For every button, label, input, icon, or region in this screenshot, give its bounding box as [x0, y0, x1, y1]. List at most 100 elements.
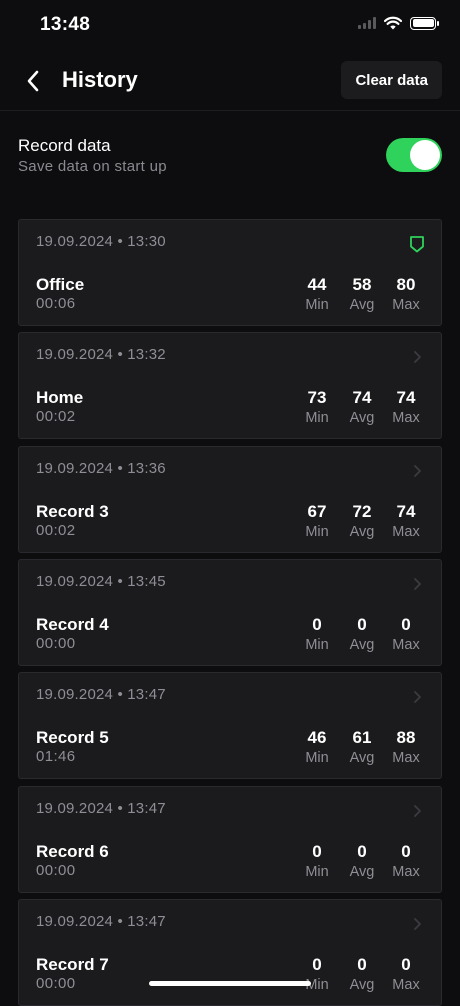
record-card[interactable]: 19.09.2024 • 13:45 Record 4 00:00 0 Min …: [18, 559, 442, 666]
record-duration: 00:00: [36, 635, 76, 652]
back-button[interactable]: [18, 64, 48, 98]
stat-min-label: Min: [305, 297, 329, 313]
stat-max: 80 Max: [384, 275, 428, 315]
stat-avg: 0 Avg: [340, 615, 384, 655]
stat-max: 74 Max: [384, 502, 428, 542]
chevron-right-icon: [409, 802, 425, 820]
stat-min-value: 73: [307, 388, 327, 407]
record-name: Record 5: [36, 728, 109, 747]
record-duration: 00:06: [36, 295, 76, 312]
record-card[interactable]: 19.09.2024 • 13:47 Record 6 00:00 0 Min …: [18, 786, 442, 893]
record-date: 19.09.2024 • 13:36: [36, 460, 166, 477]
clear-data-button[interactable]: Clear data: [341, 61, 442, 99]
record-name: Home: [36, 388, 84, 407]
toggle-knob: [410, 140, 440, 170]
record-duration: 00:00: [36, 975, 76, 992]
record-card[interactable]: 19.09.2024 • 13:30 Office 00:06 44 Min 5…: [18, 219, 442, 326]
stat-avg: 0 Avg: [340, 842, 384, 882]
record-duration: 00:00: [36, 862, 76, 879]
record-duration: 00:02: [36, 522, 76, 539]
record-name: Record 3: [36, 502, 109, 521]
stat-max-label: Max: [392, 297, 420, 313]
stat-avg-value: 72: [352, 502, 372, 521]
stat-max-label: Max: [392, 977, 420, 993]
chevron-right-icon: [409, 915, 425, 933]
record-card[interactable]: 19.09.2024 • 13:47 Record 5 01:46 46 Min…: [18, 672, 442, 779]
record-name: Office: [36, 275, 85, 294]
record-card[interactable]: 19.09.2024 • 13:32 Home 00:02 73 Min 74 …: [18, 332, 442, 439]
stat-min-value: 46: [307, 728, 327, 747]
stat-max: 74 Max: [384, 388, 428, 428]
wifi-icon: [384, 16, 402, 30]
chevron-left-icon: [27, 70, 39, 92]
page-title: History: [62, 67, 138, 92]
stat-avg: 0 Avg: [340, 955, 384, 995]
stat-min-value: 0: [312, 842, 322, 861]
stat-min-label: Min: [305, 524, 329, 540]
setting-title: Record data: [18, 136, 111, 155]
stat-min: 67 Min: [295, 502, 339, 542]
stat-min: 44 Min: [295, 275, 339, 315]
stat-avg: 61 Avg: [340, 728, 384, 768]
stat-min: 73 Min: [295, 388, 339, 428]
stat-min-value: 0: [312, 615, 322, 634]
shield-icon: [409, 235, 425, 253]
record-name: Record 7: [36, 955, 109, 974]
stat-min: 0 Min: [295, 955, 339, 995]
record-card[interactable]: 19.09.2024 • 13:36 Record 3 00:02 67 Min…: [18, 446, 442, 553]
stat-max-value: 0: [401, 615, 411, 634]
stat-min: 0 Min: [295, 615, 339, 655]
record-duration: 01:46: [36, 748, 76, 765]
stat-min: 0 Min: [295, 842, 339, 882]
status-time: 13:48: [40, 14, 91, 35]
stat-max-value: 80: [396, 275, 416, 294]
record-date: 19.09.2024 • 13:47: [36, 913, 166, 930]
home-indicator: [149, 981, 311, 986]
record-date: 19.09.2024 • 13:47: [36, 686, 166, 703]
record-duration: 00:02: [36, 408, 76, 425]
chevron-right-icon: [409, 462, 425, 480]
stat-max-value: 88: [396, 728, 416, 747]
record-name: Record 4: [36, 615, 109, 634]
stat-avg-label: Avg: [349, 637, 375, 653]
stat-avg-label: Avg: [349, 750, 375, 766]
chevron-right-icon: [409, 688, 425, 706]
record-name: Record 6: [36, 842, 109, 861]
stat-min-value: 0: [312, 955, 322, 974]
stat-avg: 74 Avg: [340, 388, 384, 428]
stat-max-value: 0: [401, 842, 411, 861]
stat-avg-label: Avg: [349, 524, 375, 540]
record-date: 19.09.2024 • 13:45: [36, 573, 166, 590]
chevron-right-icon: [409, 575, 425, 593]
stat-min-label: Min: [305, 410, 329, 426]
stat-avg: 58 Avg: [340, 275, 384, 315]
nav-bar: History Clear data: [0, 52, 460, 111]
stat-avg-value: 74: [352, 388, 372, 407]
stat-max-label: Max: [392, 637, 420, 653]
setting-subtitle: Save data on start up: [18, 158, 167, 175]
stat-avg-value: 0: [357, 955, 367, 974]
stat-avg-value: 58: [352, 275, 372, 294]
stat-avg-label: Avg: [349, 864, 375, 880]
record-card[interactable]: 19.09.2024 • 13:47 Record 7 00:00 0 Min …: [18, 899, 442, 1006]
stat-max-label: Max: [392, 864, 420, 880]
stat-max: 0 Max: [384, 955, 428, 995]
stat-max-label: Max: [392, 410, 420, 426]
record-data-setting: Record data Save data on start up: [18, 134, 442, 184]
cellular-signal-icon: [358, 17, 376, 29]
stat-min-label: Min: [305, 637, 329, 653]
record-data-toggle[interactable]: [386, 138, 442, 172]
stat-min: 46 Min: [295, 728, 339, 768]
stat-min-value: 67: [307, 502, 327, 521]
stat-max-value: 0: [401, 955, 411, 974]
stat-max: 88 Max: [384, 728, 428, 768]
chevron-right-icon: [409, 348, 425, 366]
stat-avg-label: Avg: [349, 410, 375, 426]
stat-max-value: 74: [396, 388, 416, 407]
stat-min-label: Min: [305, 750, 329, 766]
stat-max: 0 Max: [384, 615, 428, 655]
status-icons: [358, 16, 439, 30]
stat-max-value: 74: [396, 502, 416, 521]
stat-avg-label: Avg: [349, 977, 375, 993]
stat-avg-value: 0: [357, 615, 367, 634]
